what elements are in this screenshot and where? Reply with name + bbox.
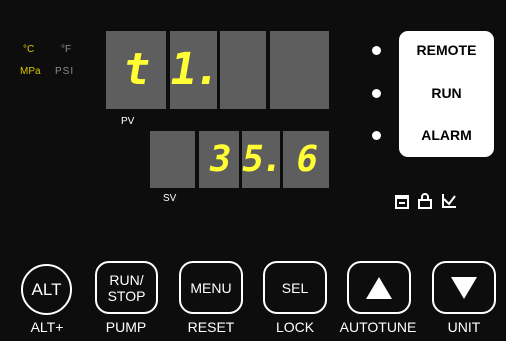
down-button[interactable] <box>432 261 496 314</box>
unit-psi: PSI <box>55 66 75 77</box>
status-remote: REMOTE <box>416 42 477 58</box>
triangle-up-icon <box>366 276 392 299</box>
status-run: RUN <box>431 85 462 101</box>
sv-label: SV <box>163 193 177 204</box>
status-alarm: ALARM <box>421 127 472 143</box>
pv-digit-4 <box>270 31 329 109</box>
led-remote <box>372 46 381 55</box>
trend-icon <box>442 194 456 208</box>
label-alt-plus: ALT+ <box>30 319 64 335</box>
sel-button[interactable]: SEL <box>263 261 327 314</box>
pv-label: PV <box>121 116 135 127</box>
label-lock: LOCK <box>275 319 315 335</box>
unit-fahrenheit: °F <box>61 44 72 55</box>
up-button[interactable] <box>347 261 411 314</box>
label-autotune: AUTOTUNE <box>339 319 417 335</box>
pv-digit-1: t <box>106 31 166 109</box>
status-panel: REMOTE RUN ALARM <box>399 31 494 157</box>
triangle-down-icon <box>451 276 477 299</box>
led-run <box>372 89 381 98</box>
menu-button[interactable]: MENU <box>179 261 243 314</box>
sv-digit-2: 3 <box>199 131 239 188</box>
sv-digit-3: 5. <box>238 131 285 188</box>
unit-celsius: °C <box>23 44 35 55</box>
run-stop-button[interactable]: RUN/ STOP <box>95 261 158 314</box>
sv-digit-1 <box>150 131 195 188</box>
label-reset: RESET <box>187 319 235 335</box>
unit-mpa: MPa <box>20 66 41 77</box>
led-alarm <box>372 131 381 140</box>
label-pump: PUMP <box>105 319 147 335</box>
pv-digit-2: 1. <box>166 31 224 109</box>
lock-icon <box>418 193 432 209</box>
save-icon <box>395 195 409 209</box>
alt-button[interactable]: ALT <box>21 264 72 315</box>
sv-digit-4: 6 <box>283 131 329 188</box>
pv-digit-3 <box>220 31 266 109</box>
label-unit: UNIT <box>447 319 481 335</box>
controller-panel: °C °F MPa PSI t 1. PV 3 5. 6 SV REMOTE R… <box>0 0 506 341</box>
